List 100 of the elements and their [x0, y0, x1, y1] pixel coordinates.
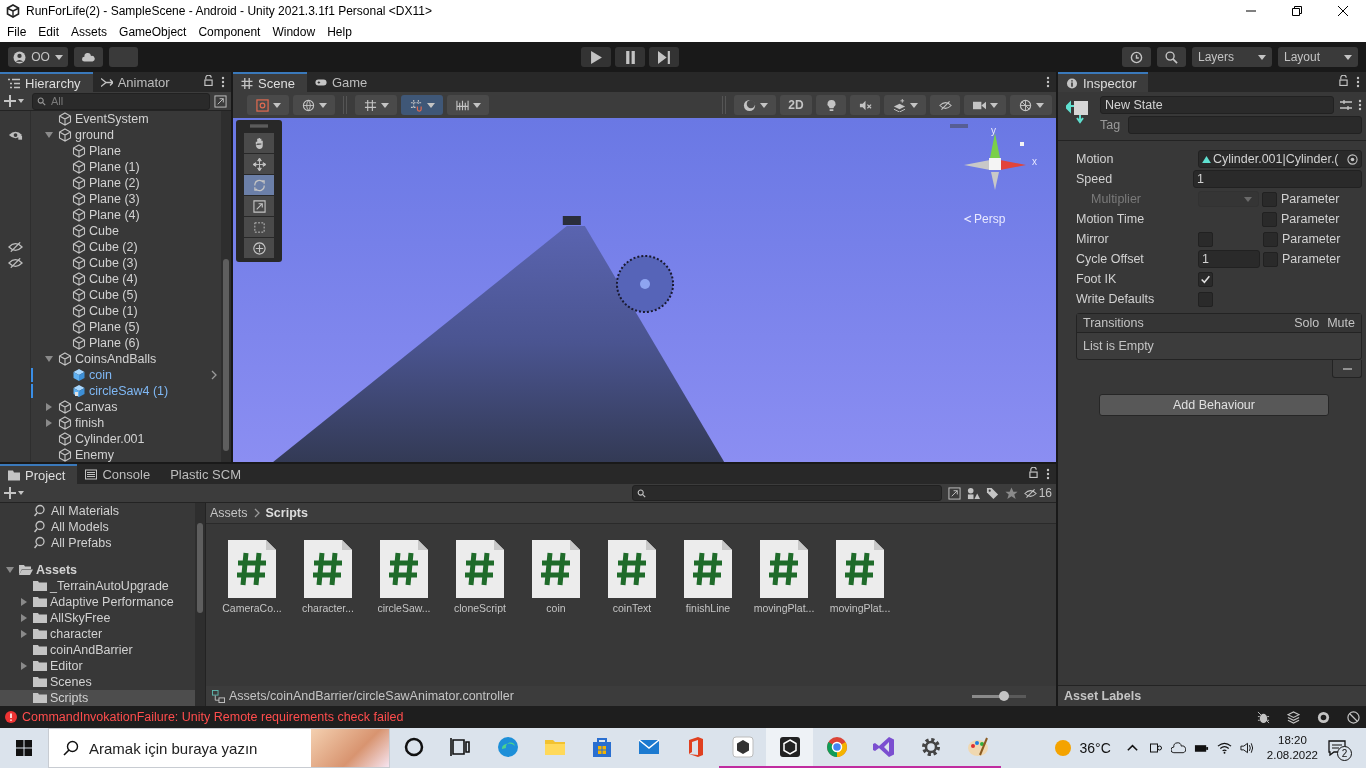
gizmos-dropdown[interactable]	[1010, 95, 1052, 115]
menu-item[interactable]: GameObject	[119, 25, 187, 39]
hierarchy-item[interactable]: Cube (4)	[89, 272, 138, 286]
audio-toggle[interactable]	[850, 95, 880, 115]
hand-tool-button[interactable]	[244, 133, 274, 153]
step-button[interactable]	[649, 47, 679, 67]
drag-handle-icon[interactable]	[250, 124, 268, 128]
hierarchy-item[interactable]: coin	[89, 368, 112, 382]
project-tree-item[interactable]: _TerrainAutoUpgrade	[0, 578, 195, 594]
hierarchy-item[interactable]: Canvas	[75, 400, 118, 414]
transform-tool-button[interactable]	[244, 238, 274, 258]
script-file-icon[interactable]	[304, 540, 352, 598]
hierarchy-item[interactable]: Enemy	[75, 448, 114, 462]
file-name[interactable]: coinText	[612, 602, 652, 614]
taskbar-search-field[interactable]: Aramak için buraya yazın	[48, 728, 390, 768]
hierarchy-item[interactable]: Plane (6)	[89, 336, 140, 350]
object-picker-icon[interactable]	[1347, 153, 1358, 165]
number-field[interactable]: 1	[1198, 250, 1260, 268]
global-dropdown[interactable]	[293, 95, 335, 115]
open-window-icon[interactable]	[214, 94, 227, 108]
project-tree-item[interactable]: AllSkyFree	[0, 610, 195, 626]
tag-icon[interactable]	[985, 486, 999, 500]
scale-tool-button[interactable]	[244, 196, 274, 216]
project-tree-item[interactable]: character	[0, 626, 195, 642]
scrollbar[interactable]	[221, 111, 231, 462]
hierarchy-item[interactable]: Cube (2)	[89, 240, 138, 254]
hierarchy-item[interactable]: Plane (4)	[89, 208, 140, 222]
hierarchy-item[interactable]: Cylinder.001	[75, 432, 145, 446]
file-name[interactable]: character...	[302, 602, 354, 614]
no-entry-icon[interactable]	[1347, 710, 1360, 724]
breadcrumb-item[interactable]: Assets	[210, 506, 248, 520]
stack-icon[interactable]	[1287, 710, 1300, 724]
hierarchy-item[interactable]: Plane	[89, 144, 121, 158]
foldout-arrow-icon[interactable]	[45, 131, 53, 139]
shield-icon[interactable]	[1317, 710, 1330, 724]
scrollbar-thumb[interactable]	[223, 259, 229, 451]
more-options-icon[interactable]	[1046, 468, 1050, 480]
add-behaviour-button[interactable]: Add Behaviour	[1099, 394, 1329, 416]
hierarchy-item[interactable]: CoinsAndBalls	[75, 352, 157, 366]
hierarchy-item[interactable]: EventSystem	[75, 112, 149, 126]
panel-tab[interactable]: Hierarchy	[0, 72, 93, 92]
project-tree-item[interactable]: All Prefabs	[0, 535, 195, 551]
effects-dropdown[interactable]	[884, 95, 926, 115]
bug-icon[interactable]	[1257, 710, 1270, 724]
script-file-icon[interactable]	[760, 540, 808, 598]
remove-button[interactable]	[1332, 360, 1362, 378]
layers-dropdown[interactable]: Layers	[1192, 47, 1272, 67]
chevron-right-icon[interactable]	[211, 370, 217, 380]
hierarchy-item[interactable]: Cube	[89, 224, 119, 238]
menu-item[interactable]: File	[7, 25, 27, 39]
meet-icon[interactable]	[1147, 741, 1163, 755]
lock-icon[interactable]	[1029, 466, 1038, 478]
project-tree-item[interactable]: Scripts	[0, 690, 195, 706]
hierarchy-item[interactable]: Cube (1)	[89, 304, 138, 318]
hierarchy-item[interactable]: Cube (3)	[89, 256, 138, 270]
wifi-icon[interactable]	[1216, 741, 1232, 755]
shading-dropdown[interactable]	[734, 95, 776, 115]
checkbox[interactable]	[1198, 271, 1213, 287]
script-file-icon[interactable]	[684, 540, 732, 598]
taskbar-app-button[interactable]	[766, 728, 813, 768]
breadcrumb-item[interactable]: Scripts	[265, 506, 308, 520]
script-file-icon[interactable]	[380, 540, 428, 598]
hierarchy-item[interactable]: finish	[75, 416, 105, 430]
move-tool-button[interactable]	[244, 154, 274, 174]
pause-button[interactable]	[615, 47, 645, 67]
hierarchy-item[interactable]: Plane (2)	[89, 176, 140, 190]
grid-snap-dropdown[interactable]	[355, 95, 397, 115]
more-options-icon[interactable]	[1356, 76, 1360, 88]
foldout-arrow-icon[interactable]	[20, 614, 28, 622]
grid-dropdown[interactable]	[401, 95, 443, 115]
panel-tab[interactable]: Inspector	[1058, 72, 1149, 92]
project-tree-item[interactable]: coinAndBarrier	[0, 642, 195, 658]
search-field[interactable]: All	[32, 92, 210, 110]
hierarchy-item[interactable]: Plane (1)	[89, 160, 140, 174]
more-options-icon[interactable]	[1046, 76, 1050, 88]
menu-item[interactable]: Window	[272, 25, 316, 39]
scrollbar-thumb[interactable]	[197, 523, 203, 613]
hidden-eye-icon[interactable]	[1023, 486, 1037, 500]
file-name[interactable]: movingPlat...	[753, 602, 815, 614]
taskbar-search-field[interactable]: Aramak için buraya yazın	[89, 739, 301, 757]
rect-tool-button[interactable]	[244, 217, 274, 237]
clock[interactable]: 18:20 2.08.2022	[1266, 733, 1318, 763]
hierarchy-item[interactable]: circleSaw4 (1)	[89, 384, 169, 398]
file-name[interactable]: movingPlat...	[829, 602, 891, 614]
history-button[interactable]	[1122, 47, 1151, 67]
visibility-toggle[interactable]	[930, 95, 960, 115]
close-icon[interactable]	[1338, 6, 1348, 16]
menu-item[interactable]: Component	[198, 25, 261, 39]
shapes-icon[interactable]	[966, 486, 980, 500]
cloud-icon[interactable]	[1170, 741, 1186, 755]
menu-item[interactable]: Edit	[38, 25, 60, 39]
overlay-handle-icon[interactable]	[950, 124, 968, 128]
project-tree-item[interactable]: Adaptive Performance	[0, 594, 195, 610]
increment-snap-dropdown[interactable]	[447, 95, 489, 115]
file-name[interactable]: cloneScript	[454, 602, 506, 614]
foldout-arrow-icon[interactable]	[20, 598, 28, 606]
project-tree-item[interactable]: Scenes	[0, 674, 195, 690]
open-window-icon[interactable]	[947, 486, 961, 500]
foldout-arrow-icon[interactable]	[20, 630, 28, 638]
hierarchy-item[interactable]: ground	[75, 128, 114, 142]
